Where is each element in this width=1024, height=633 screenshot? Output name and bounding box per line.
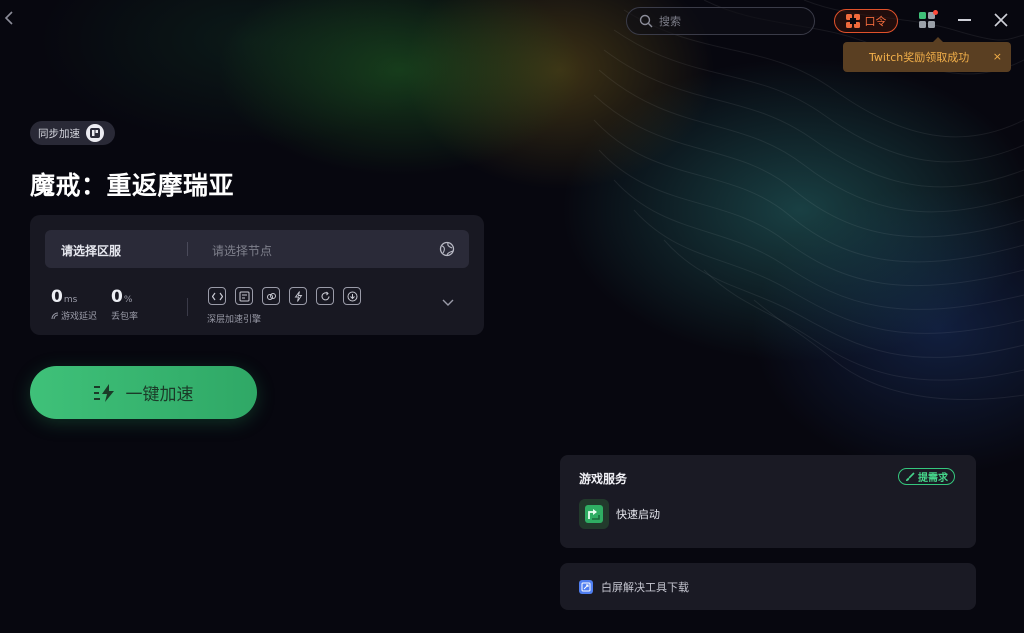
loss-value: 0 [111, 287, 123, 307]
apps-grid-icon [919, 12, 935, 28]
latency-value: 0 [51, 287, 63, 307]
boost-label: 一键加速 [125, 385, 194, 405]
chevron-down-icon[interactable] [442, 299, 454, 307]
protocol-icon[interactable] [208, 287, 226, 305]
toast-message: Twitch奖励领取成功 [869, 51, 970, 64]
brush-icon [906, 471, 915, 481]
services-title: 游戏服务 [579, 472, 628, 486]
node-select[interactable]: 请选择节点 [212, 242, 272, 259]
engine-icons [208, 287, 361, 305]
selector-divider [187, 242, 188, 256]
tool-label: 白屏解决工具下载 [601, 581, 689, 594]
search-icon [639, 14, 653, 28]
engine-label: 深层加速引擎 [207, 315, 262, 325]
route-icon[interactable] [235, 287, 253, 305]
packet-loss-stat: 0% 丢包率 [111, 287, 138, 322]
latency-label: 游戏延迟 [61, 312, 98, 322]
apps-button[interactable] [919, 10, 938, 28]
one-click-boost-button[interactable]: 一键加速 [30, 366, 257, 419]
stats-divider [187, 298, 188, 316]
quick-launch-item[interactable]: 快速启动 [579, 499, 660, 529]
whitescreen-tool-card[interactable]: 白屏解决工具下载 [560, 563, 976, 610]
region-select[interactable]: 请选择区服 [61, 242, 121, 259]
command-label: 口令 [864, 15, 887, 28]
command-icon [845, 14, 860, 28]
toast-close-button[interactable]: × [993, 50, 1002, 63]
reward-toast: Twitch奖励领取成功 × [843, 37, 1011, 72]
latency-unit: ms [63, 295, 78, 305]
download-icon[interactable] [343, 287, 361, 305]
lightning-icon[interactable] [289, 287, 307, 305]
minimize-button[interactable] [958, 19, 971, 21]
request-button[interactable]: 提需求 [898, 468, 955, 485]
platform-icon [86, 124, 104, 142]
quick-launch-label: 快速启动 [616, 508, 660, 521]
acceleration-panel: 请选择区服 请选择节点 0ms 游戏延迟 0% 丢包率 深层加速引擎 [30, 215, 484, 335]
search-bar[interactable] [626, 7, 815, 35]
sync-accelerate-toggle[interactable]: 同步加速 [30, 121, 115, 145]
game-services-card: 游戏服务 提需求 快速启动 [560, 455, 976, 548]
quick-launch-icon [579, 499, 609, 529]
boost-lightning-icon [93, 383, 114, 402]
command-button[interactable]: 口令 [834, 9, 898, 33]
tool-icon [579, 580, 593, 594]
back-button[interactable] [4, 10, 20, 30]
chevron-left-icon [4, 11, 13, 25]
link-icon[interactable] [262, 287, 280, 305]
refresh-icon[interactable] [316, 287, 334, 305]
loss-unit: % [123, 295, 133, 305]
close-icon [994, 13, 1008, 27]
globe-icon[interactable] [439, 241, 455, 257]
notification-dot [933, 10, 938, 15]
request-label: 提需求 [918, 473, 948, 484]
signal-icon [51, 312, 59, 319]
close-button[interactable] [994, 12, 1008, 27]
loss-label: 丢包率 [111, 312, 139, 322]
search-input[interactable] [659, 14, 799, 28]
game-title: 魔戒：重返摩瑞亚 [30, 171, 235, 200]
sync-label: 同步加速 [38, 127, 80, 140]
latency-stat: 0ms 游戏延迟 [51, 287, 97, 322]
server-node-selector[interactable]: 请选择区服 请选择节点 [45, 230, 469, 268]
